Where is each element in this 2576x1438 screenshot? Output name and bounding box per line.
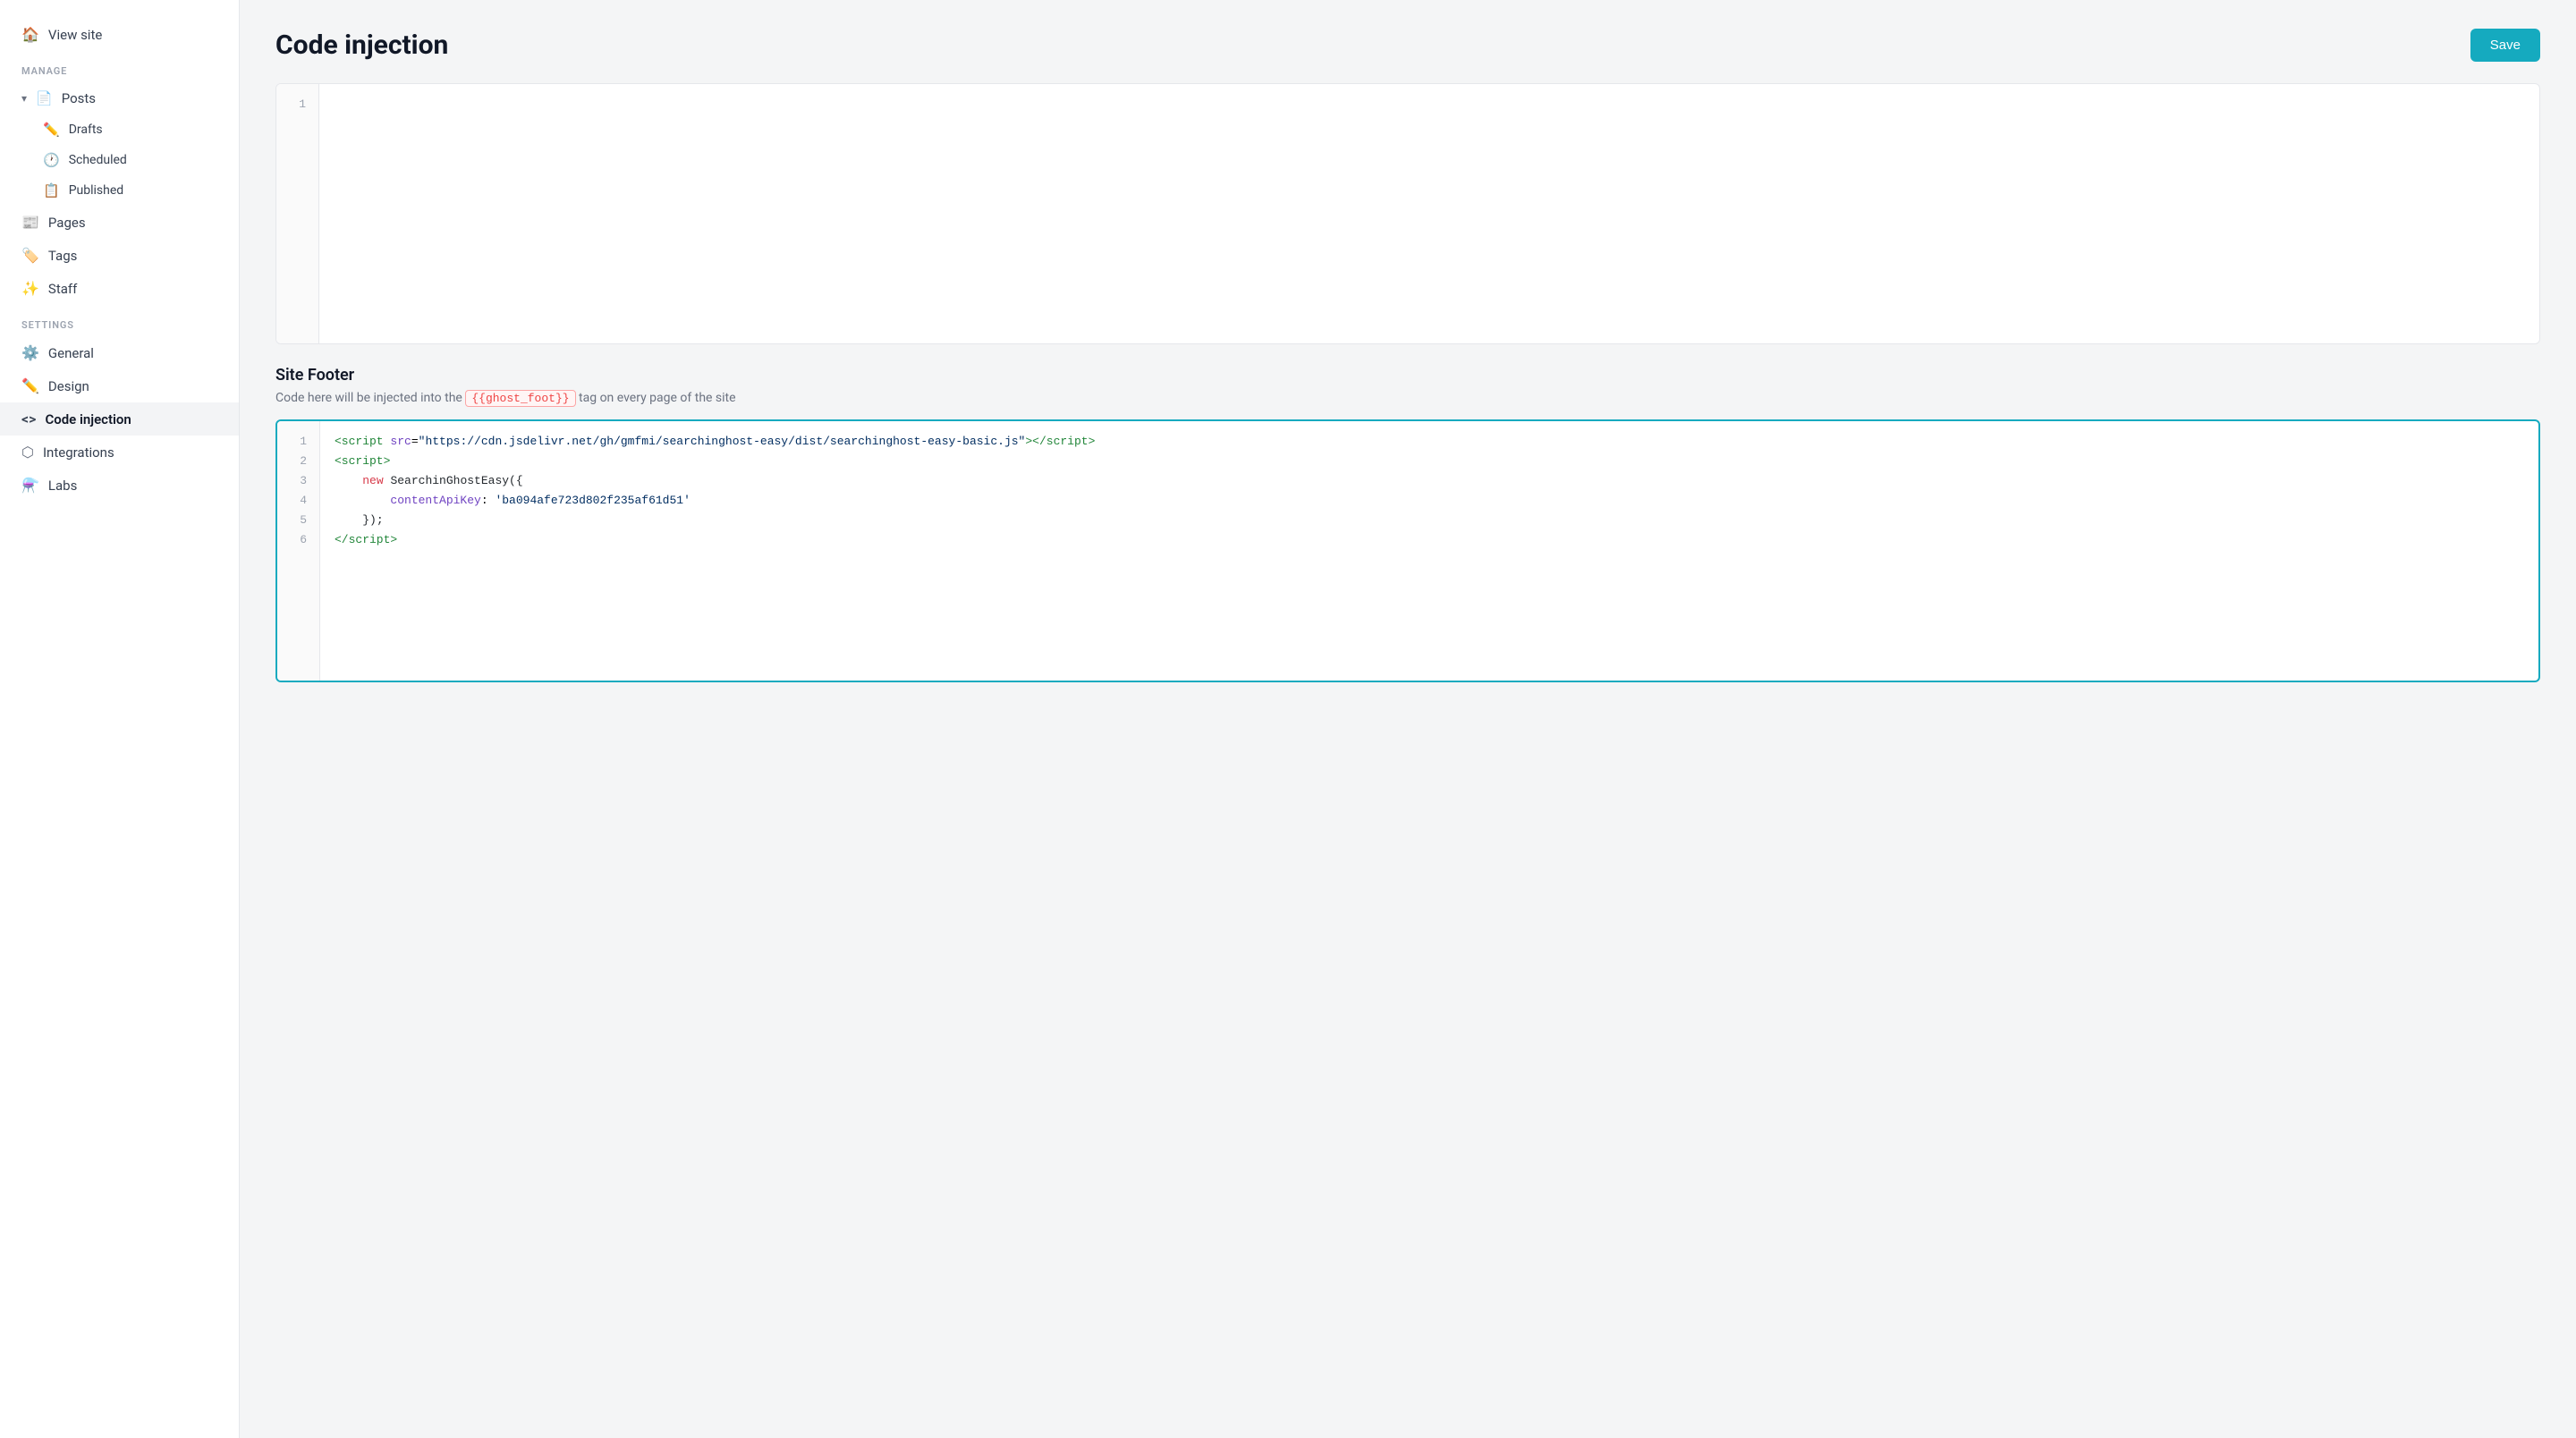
sidebar-item-general[interactable]: ⚙️ General bbox=[0, 336, 239, 369]
sidebar-item-staff[interactable]: ✨ Staff bbox=[0, 272, 239, 305]
sidebar-item-pages[interactable]: 📰 Pages bbox=[0, 206, 239, 239]
scheduled-label: Scheduled bbox=[69, 153, 127, 167]
posts-icon: 📄 bbox=[36, 90, 53, 106]
integrations-icon: ⬡ bbox=[21, 444, 34, 461]
drafts-icon: ✏️ bbox=[43, 122, 60, 138]
desc-before: Code here will be injected into the bbox=[275, 391, 462, 405]
footer-line-num-2: 2 bbox=[277, 452, 319, 471]
pages-icon: 📰 bbox=[21, 214, 39, 231]
design-label: Design bbox=[48, 378, 89, 394]
home-icon: 🏠 bbox=[21, 26, 39, 43]
labs-icon: ⚗️ bbox=[21, 477, 39, 494]
sidebar-item-design[interactable]: ✏️ Design bbox=[0, 369, 239, 402]
site-footer-section: Site Footer Code here will be injected i… bbox=[275, 366, 2540, 682]
code-line-1: <script src="https://cdn.jsdelivr.net/gh… bbox=[335, 432, 2524, 452]
manage-section-label: MANAGE bbox=[0, 51, 239, 82]
code-line-4: contentApiKey: 'ba094afe723d802f235af61d… bbox=[335, 491, 2524, 511]
ghost-foot-tag: {{ghost_foot}} bbox=[465, 390, 575, 407]
sidebar-item-code-injection[interactable]: <> Code injection bbox=[0, 402, 239, 436]
footer-line-num-4: 4 bbox=[277, 491, 319, 511]
drafts-label: Drafts bbox=[69, 123, 103, 137]
sidebar-item-posts[interactable]: ▾ 📄 Posts bbox=[0, 82, 239, 114]
clock-icon: 🕐 bbox=[43, 152, 60, 168]
sidebar-item-drafts[interactable]: ✏️ Drafts bbox=[0, 114, 239, 145]
posts-label: Posts bbox=[62, 90, 96, 106]
footer-line-num-5: 5 bbox=[277, 511, 319, 530]
published-label: Published bbox=[69, 183, 123, 198]
main-content: Code injection Save 1 Site Footer Code h… bbox=[240, 0, 2576, 1438]
footer-editor-inner: 1 2 3 4 5 6 <script src="https://cdn.jsd… bbox=[277, 421, 2538, 681]
sidebar-item-published[interactable]: 📋 Published bbox=[0, 175, 239, 206]
code-injection-label: Code injection bbox=[45, 411, 131, 427]
sidebar-item-scheduled[interactable]: 🕐 Scheduled bbox=[0, 145, 239, 175]
general-label: General bbox=[48, 345, 94, 361]
footer-code-lines[interactable]: <script src="https://cdn.jsdelivr.net/gh… bbox=[320, 421, 2538, 681]
header-code-content[interactable] bbox=[319, 84, 2539, 343]
gear-icon: ⚙️ bbox=[21, 344, 39, 361]
site-footer-title: Site Footer bbox=[275, 366, 2540, 385]
site-header-editor: 1 bbox=[275, 83, 2540, 344]
save-button[interactable]: Save bbox=[2470, 29, 2540, 62]
footer-line-num-1: 1 bbox=[277, 432, 319, 452]
chevron-down-icon: ▾ bbox=[21, 92, 27, 105]
staff-label: Staff bbox=[48, 281, 77, 297]
labs-label: Labs bbox=[48, 478, 77, 494]
sidebar-item-view-site[interactable]: 🏠 View site bbox=[0, 18, 239, 51]
desc-after: tag on every page of the site bbox=[579, 391, 736, 405]
line-numbers-header: 1 bbox=[276, 84, 319, 343]
code-line-3: new SearchinGhostEasy({ bbox=[335, 471, 2524, 491]
page-header: Code injection Save bbox=[275, 29, 2540, 62]
sidebar-item-labs[interactable]: ⚗️ Labs bbox=[0, 469, 239, 502]
integrations-label: Integrations bbox=[43, 444, 114, 461]
footer-code-editor[interactable]: 1 2 3 4 5 6 <script src="https://cdn.jsd… bbox=[275, 419, 2540, 682]
site-footer-description: Code here will be injected into the {{gh… bbox=[275, 390, 2540, 407]
footer-line-numbers: 1 2 3 4 5 6 bbox=[277, 421, 320, 681]
code-line-5: }); bbox=[335, 511, 2524, 530]
header-code-area[interactable]: 1 bbox=[276, 84, 2539, 343]
page-title: Code injection bbox=[275, 30, 448, 61]
sidebar: 🏠 View site MANAGE ▾ 📄 Posts ✏️ Drafts 🕐… bbox=[0, 0, 240, 1438]
staff-icon: ✨ bbox=[21, 280, 39, 297]
tags-icon: 🏷️ bbox=[21, 247, 39, 264]
code-line-6: </script> bbox=[335, 530, 2524, 550]
footer-line-num-3: 3 bbox=[277, 471, 319, 491]
settings-section-label: SETTINGS bbox=[0, 305, 239, 336]
sidebar-item-tags[interactable]: 🏷️ Tags bbox=[0, 239, 239, 272]
pages-label: Pages bbox=[48, 215, 86, 231]
tags-label: Tags bbox=[48, 248, 77, 264]
published-icon: 📋 bbox=[43, 182, 60, 199]
view-site-label: View site bbox=[48, 27, 102, 43]
code-injection-icon: <> bbox=[21, 410, 36, 427]
code-line-2: <script> bbox=[335, 452, 2524, 471]
design-icon: ✏️ bbox=[21, 377, 39, 394]
line-number-1: 1 bbox=[276, 95, 318, 114]
sidebar-item-integrations[interactable]: ⬡ Integrations bbox=[0, 436, 239, 469]
footer-line-num-6: 6 bbox=[277, 530, 319, 550]
